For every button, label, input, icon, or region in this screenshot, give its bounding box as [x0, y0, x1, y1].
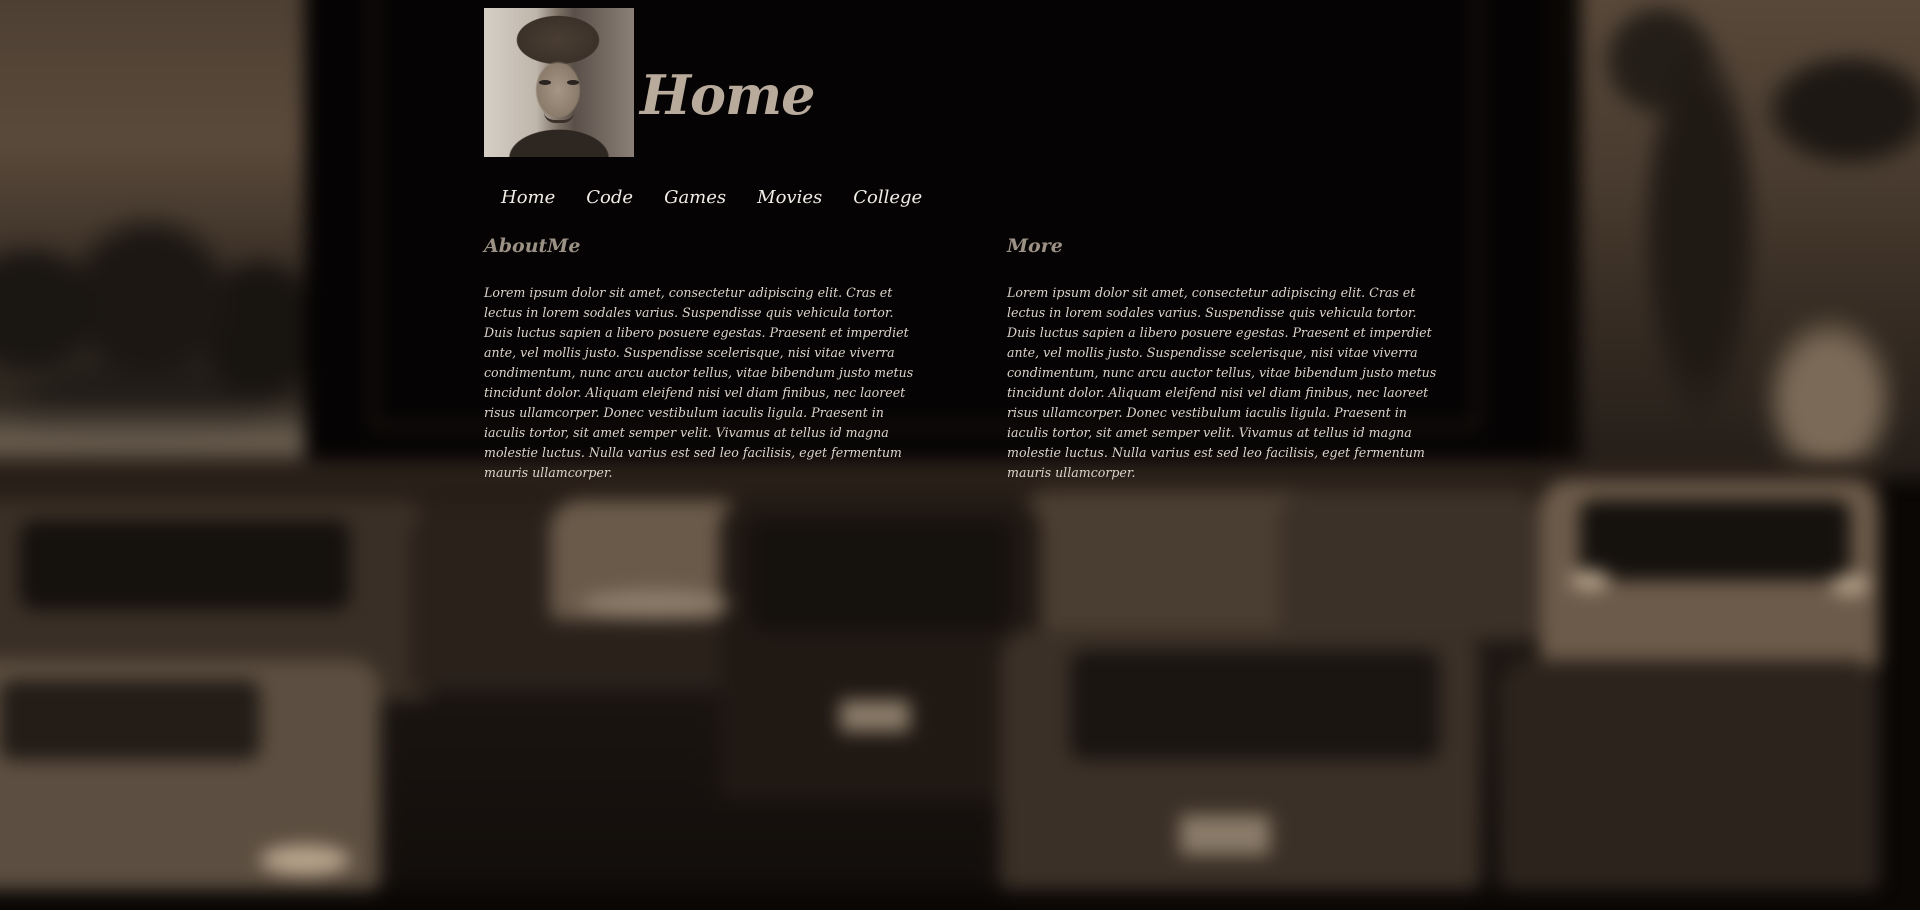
- section-body: Lorem ipsum dolor sit amet, consectetur …: [484, 285, 914, 480]
- section-heading: AboutMe: [484, 235, 581, 257]
- section-heading: More: [1007, 235, 1063, 257]
- page: Home Home Code Games Movies College Abou…: [0, 0, 1920, 910]
- main-content: Home Home Code Games Movies College Abou…: [484, 8, 1484, 483]
- page-title: Home: [640, 63, 816, 127]
- nav-item-college[interactable]: College: [853, 187, 922, 208]
- section-body: Lorem ipsum dolor sit amet, consectetur …: [1007, 285, 1437, 480]
- more-section: More Lorem ipsum dolor sit amet, consect…: [1007, 235, 1437, 483]
- about-me-section: AboutMe Lorem ipsum dolor sit amet, cons…: [484, 235, 914, 483]
- nav-item-movies[interactable]: Movies: [757, 187, 822, 208]
- main-nav: Home Code Games Movies College: [501, 187, 1484, 208]
- content-columns: AboutMe Lorem ipsum dolor sit amet, cons…: [484, 235, 1484, 483]
- header: Home: [484, 8, 1484, 157]
- nav-item-home[interactable]: Home: [501, 187, 555, 208]
- nav-item-games[interactable]: Games: [664, 187, 726, 208]
- nav-item-code[interactable]: Code: [586, 187, 633, 208]
- avatar: [484, 8, 634, 157]
